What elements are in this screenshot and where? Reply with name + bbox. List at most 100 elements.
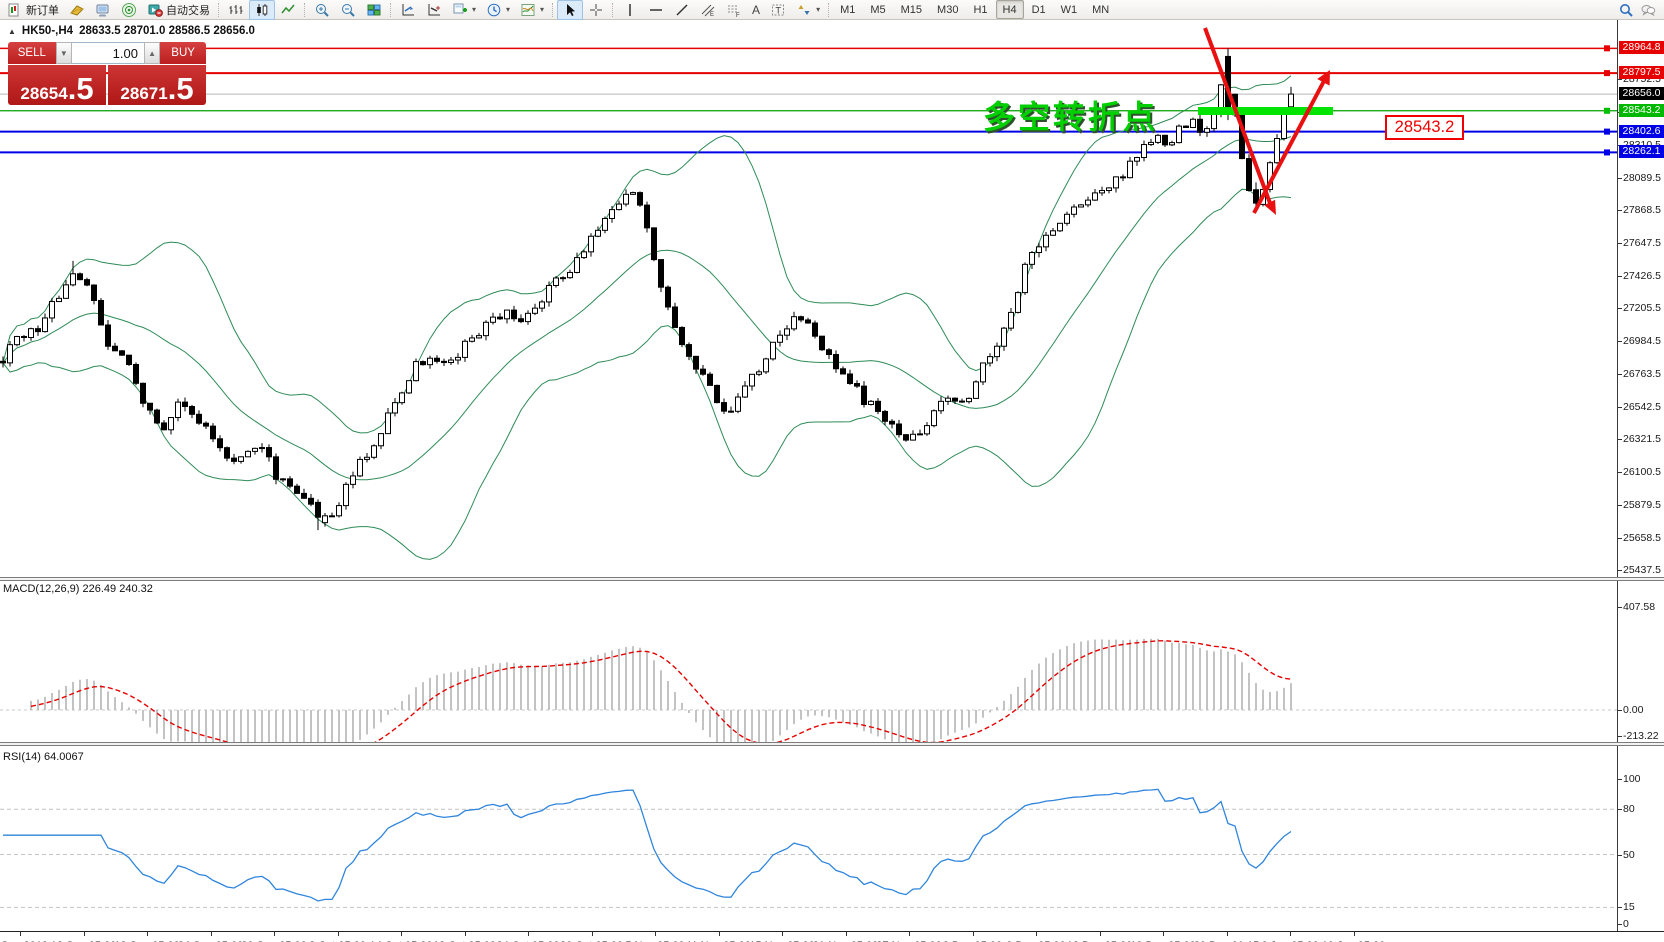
timeframe-button-M5[interactable]: M5 bbox=[863, 0, 892, 19]
rsi-axis-label: 80 bbox=[1623, 803, 1635, 815]
search-icon[interactable] bbox=[1618, 2, 1634, 18]
buy-button[interactable]: BUY bbox=[160, 42, 206, 64]
one-click-trading-panel: SELL ▼ ▲ BUY 28654.5 28671.5 bbox=[8, 42, 206, 105]
sell-button[interactable]: SELL bbox=[8, 42, 56, 64]
profile-button[interactable] bbox=[64, 0, 90, 20]
time-tick bbox=[20, 932, 21, 936]
price-tick-label: 27647.5 bbox=[1623, 237, 1661, 249]
cursor-tool-button[interactable] bbox=[557, 0, 583, 20]
volume-decrease-button[interactable]: ▼ bbox=[56, 42, 72, 64]
text-tool[interactable]: A bbox=[747, 0, 765, 20]
rsi-axis-label: 15 bbox=[1623, 901, 1635, 913]
timeframe-button-H4[interactable]: H4 bbox=[996, 0, 1024, 19]
template-button[interactable]: ▾ bbox=[515, 0, 549, 20]
new-order-button[interactable]: 新订单 bbox=[2, 0, 64, 20]
spin-up-icon: ▲ bbox=[148, 49, 156, 58]
timeframe-button-M30[interactable]: M30 bbox=[930, 0, 965, 19]
price-tick-label: 28089.5 bbox=[1623, 172, 1661, 184]
bar-chart-button[interactable] bbox=[223, 0, 249, 20]
line-chart-button[interactable] bbox=[275, 0, 301, 20]
period-button[interactable]: ▾ bbox=[481, 0, 515, 20]
market-watch-button[interactable] bbox=[90, 0, 116, 20]
price-chart-canvas[interactable] bbox=[0, 20, 1664, 577]
candlestick-chart-icon bbox=[254, 2, 270, 18]
horizontal-line-tool[interactable] bbox=[643, 0, 669, 20]
macd-axis[interactable]: 407.580.00-213.22 bbox=[1617, 581, 1664, 742]
volume-increase-button[interactable]: ▲ bbox=[144, 42, 160, 64]
time-tick bbox=[84, 932, 85, 936]
ohlc-values: 28633.5 28701.0 28586.5 28656.0 bbox=[79, 25, 255, 37]
price-tag-label[interactable]: 28543.2 bbox=[1385, 115, 1464, 140]
price-tick bbox=[1618, 210, 1622, 211]
time-tick bbox=[1100, 932, 1101, 936]
signals-button[interactable] bbox=[116, 0, 142, 20]
indicator-window-button[interactable] bbox=[395, 0, 421, 20]
chevron-down-icon: ▾ bbox=[816, 5, 820, 14]
toolbar-right-group bbox=[1618, 2, 1662, 18]
chart-title: ▲ HK50-,H4 28633.5 28701.0 28586.5 28656… bbox=[8, 25, 255, 37]
timeframe-button-MN[interactable]: MN bbox=[1085, 0, 1116, 19]
macd-chart-canvas[interactable] bbox=[0, 581, 1664, 742]
macd-tick bbox=[1618, 607, 1622, 608]
tile-windows-button[interactable] bbox=[361, 0, 387, 20]
spin-down-icon: ▼ bbox=[60, 49, 68, 58]
auto-trading-button[interactable]: 自动交易 bbox=[142, 0, 215, 20]
zoom-in-icon bbox=[314, 2, 330, 18]
volume-input[interactable] bbox=[72, 42, 144, 64]
trendline-tool[interactable] bbox=[669, 0, 695, 20]
time-tick bbox=[1163, 932, 1164, 936]
price-tick-label: 27205.5 bbox=[1623, 302, 1661, 314]
macd-axis-label: 407.58 bbox=[1623, 601, 1655, 613]
rsi-value: 64.0067 bbox=[44, 751, 84, 763]
time-tick bbox=[782, 932, 783, 936]
chevron-down-icon: ▾ bbox=[472, 5, 476, 14]
toolbar-separator bbox=[828, 3, 830, 17]
price-tick bbox=[1618, 439, 1622, 440]
price-tick-label: 25879.5 bbox=[1623, 499, 1661, 511]
price-tick bbox=[1618, 570, 1622, 571]
price-tick bbox=[1618, 374, 1622, 375]
chevron-down-icon: ▾ bbox=[506, 5, 510, 14]
sell-price-button[interactable]: 28654.5 bbox=[8, 65, 106, 105]
rsi-chart-canvas[interactable] bbox=[0, 746, 1664, 931]
time-tick bbox=[528, 932, 529, 936]
collapse-icon[interactable]: ▲ bbox=[8, 27, 16, 36]
fibonacci-tool[interactable]: F bbox=[721, 0, 747, 20]
macd-axis-label: -213.22 bbox=[1623, 730, 1659, 742]
new-order-icon bbox=[7, 2, 23, 18]
add-indicator-button[interactable]: ▾ bbox=[447, 0, 481, 20]
timeframe-button-W1[interactable]: W1 bbox=[1054, 0, 1085, 19]
macd-label: MACD(12,26,9) 226.49 240.32 bbox=[3, 583, 153, 595]
timeframe-bar: M1M5M15M30H1H4D1W1MN bbox=[833, 0, 1116, 19]
buy-price-button[interactable]: 28671.5 bbox=[108, 65, 206, 105]
timeframe-button-M1[interactable]: M1 bbox=[833, 0, 862, 19]
price-tick-label: 26542.5 bbox=[1623, 401, 1661, 413]
rsi-tick bbox=[1618, 907, 1622, 908]
price-tick bbox=[1618, 276, 1622, 277]
equidistant-channel-tool[interactable]: E bbox=[695, 0, 721, 20]
price-tick bbox=[1618, 243, 1622, 244]
zoom-in-button[interactable] bbox=[309, 0, 335, 20]
toolbar: 新订单 自动交易 bbox=[0, 0, 1664, 20]
toolbar-separator bbox=[552, 3, 554, 17]
zoom-out-button[interactable] bbox=[335, 0, 361, 20]
price-tick bbox=[1618, 79, 1622, 80]
channel-icon: E bbox=[700, 2, 716, 18]
text-label-tool[interactable]: T bbox=[765, 0, 791, 20]
crosshair-tool-button[interactable] bbox=[583, 0, 609, 20]
toolbar-separator bbox=[390, 3, 392, 17]
indicator-window2-button[interactable] bbox=[421, 0, 447, 20]
timeframe-button-M15[interactable]: M15 bbox=[894, 0, 929, 19]
timeframe-button-D1[interactable]: D1 bbox=[1025, 0, 1053, 19]
candlestick-chart-button[interactable] bbox=[249, 0, 275, 20]
chat-icon[interactable] bbox=[1640, 2, 1656, 18]
svg-text:F: F bbox=[736, 13, 740, 18]
rsi-axis[interactable]: 1008050150 bbox=[1617, 746, 1664, 931]
timeframe-button-H1[interactable]: H1 bbox=[966, 0, 994, 19]
time-axis[interactable]: 6 Sep 201912 Sep 05:0018 Sep 05:0024 Sep… bbox=[0, 931, 1664, 942]
rsi-axis-label: 100 bbox=[1623, 773, 1641, 785]
horizontal-line-icon bbox=[648, 2, 664, 18]
vertical-line-tool[interactable] bbox=[617, 0, 643, 20]
price-axis[interactable]: 25437.525658.525879.526100.526321.526542… bbox=[1617, 20, 1664, 577]
arrows-tool[interactable]: ▾ bbox=[791, 0, 825, 20]
